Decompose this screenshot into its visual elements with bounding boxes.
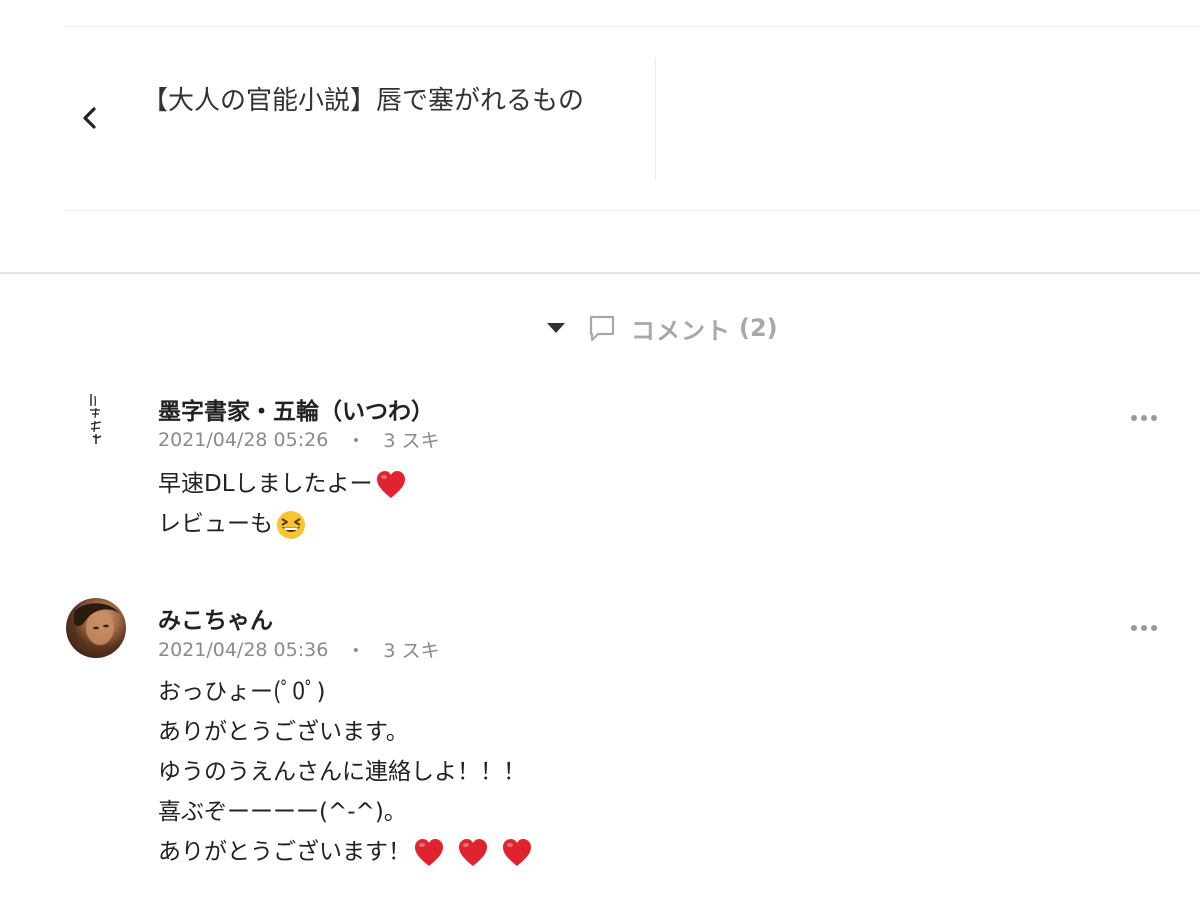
comment-likes[interactable]: 3 スキ	[383, 636, 439, 663]
comment-body: 早速DLしましたよー レビューも	[158, 464, 407, 544]
prev-article-title[interactable]: 【大人の官能小説】唇で塞がれるもの	[142, 80, 612, 122]
comment-line: 早速DLしましたよー	[158, 464, 407, 504]
comment-line: ありがとうございます！	[158, 832, 533, 872]
comment-timestamp: 2021/04/28 05:26	[158, 428, 329, 451]
divider	[655, 58, 656, 180]
article-footer: 【大人の官能小説】唇で塞がれるもの コメント (2) 墨字書家・五輪（いつわ） …	[0, 0, 1200, 900]
calligraphy-avatar-icon	[90, 394, 102, 444]
comment-meta: 2021/04/28 05:26 ・ 3 スキ	[158, 426, 439, 453]
heart-emoji-icon	[376, 470, 405, 498]
section-divider	[0, 272, 1200, 274]
comment-author[interactable]: みこちゃん	[158, 601, 273, 635]
avatar[interactable]	[66, 598, 126, 658]
comment-author[interactable]: 墨字書家・五輪（いつわ）	[158, 392, 434, 426]
comment-line: レビューも	[158, 504, 407, 544]
meta-separator: ・	[346, 430, 366, 452]
comment-body: おっひょー(ﾟ0ﾟ) ありがとうございます。 ゆうのうえんさんに連絡しよ！！！ …	[158, 672, 533, 872]
avatar[interactable]	[66, 388, 126, 448]
photo-avatar-icon	[74, 603, 120, 645]
comments-label: コメント	[631, 316, 731, 345]
comment-meta: 2021/04/28 05:36 ・ 3 スキ	[158, 636, 439, 663]
comments-toggle[interactable]: コメント (2)	[540, 308, 778, 348]
grinning-squint-emoji-icon	[277, 510, 305, 539]
comment-line: ありがとうございます。	[158, 719, 409, 745]
comment-icon	[589, 315, 615, 342]
comment-more-button[interactable]	[1124, 618, 1164, 638]
comments-count: (2)	[739, 314, 778, 342]
comment-line: ゆうのうえんさんに連絡しよ！！！	[158, 759, 526, 785]
comment-timestamp: 2021/04/28 05:36	[158, 638, 329, 661]
heart-emoji-icon	[503, 838, 531, 866]
divider	[65, 210, 1200, 211]
comment-line: おっひょー(ﾟ0ﾟ)	[158, 679, 326, 705]
comment-more-button[interactable]	[1124, 408, 1164, 428]
caret-down-icon	[547, 323, 565, 333]
prev-article-button[interactable]	[72, 100, 108, 136]
comment-likes[interactable]: 3 スキ	[383, 426, 439, 453]
chevron-left-icon	[83, 107, 96, 129]
heart-emoji-icon	[459, 838, 487, 866]
comment-line: 喜ぶぞーーーー(^-^)。	[158, 799, 407, 825]
heart-emoji-icon	[415, 838, 443, 866]
meta-separator: ・	[346, 640, 366, 662]
divider	[65, 26, 1200, 27]
